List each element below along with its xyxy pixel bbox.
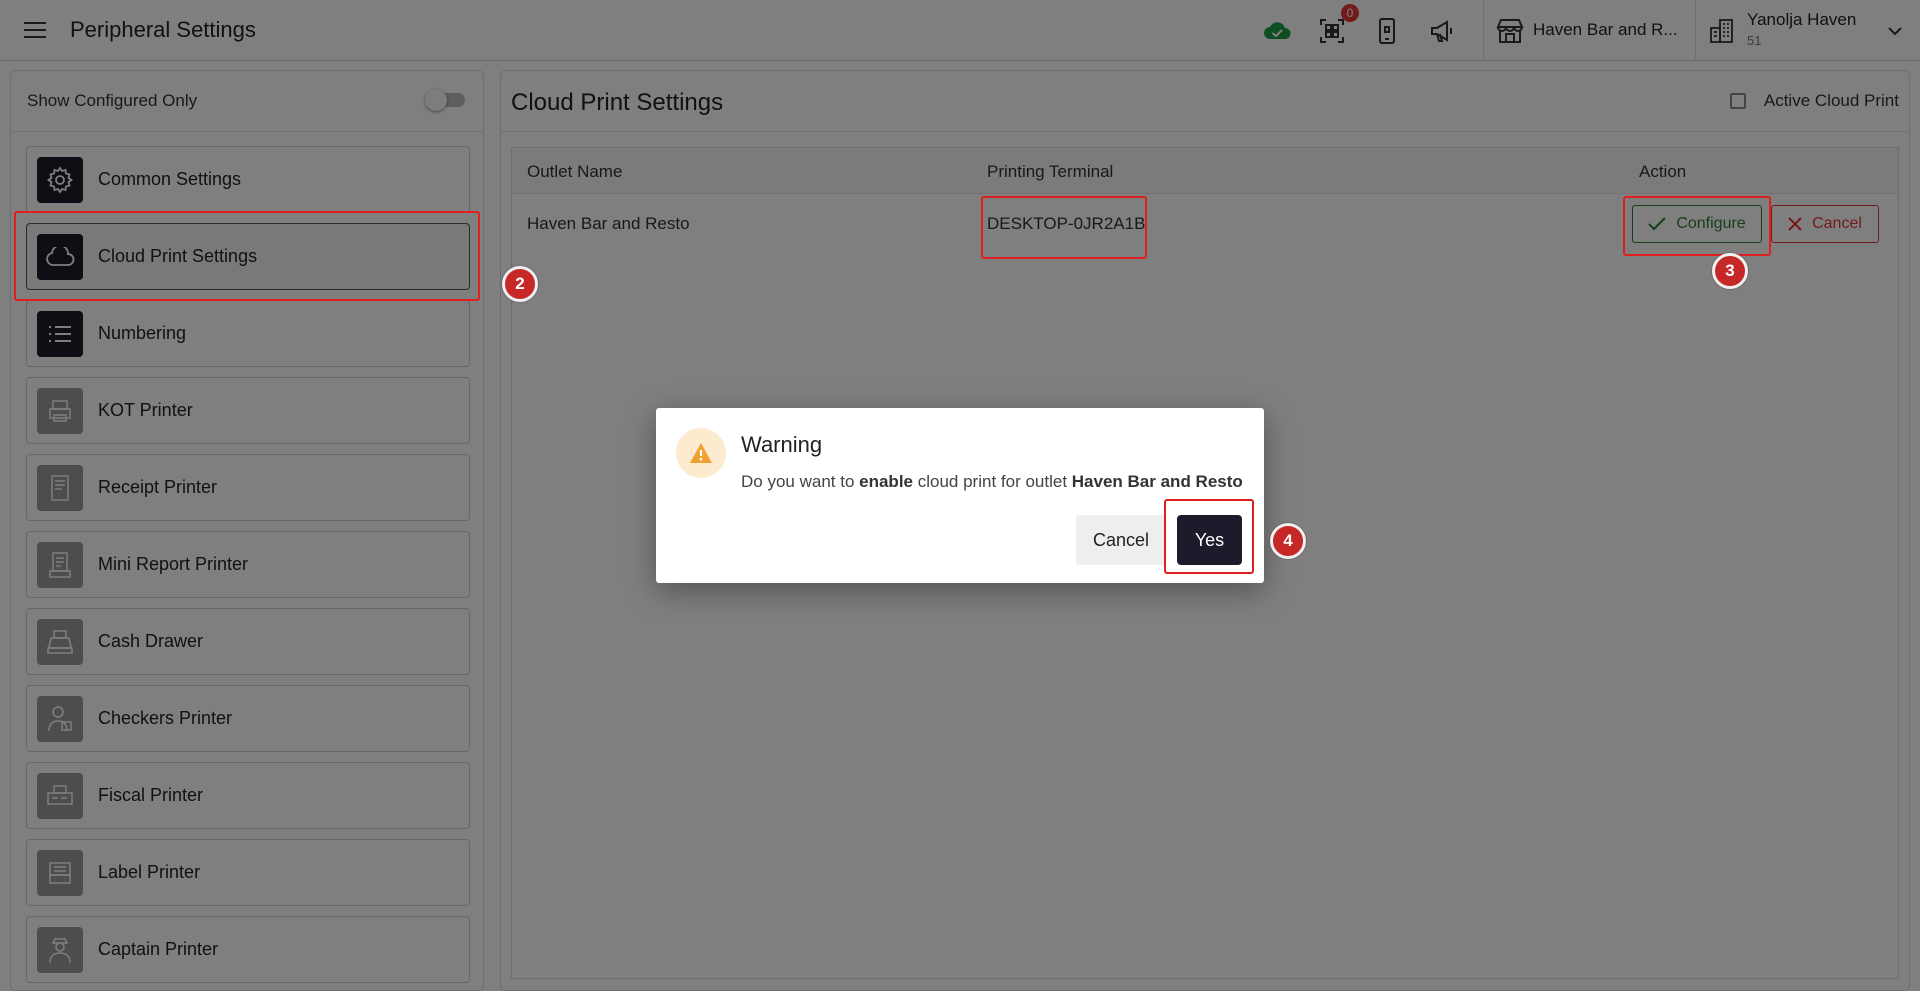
annotation-highlight xyxy=(981,196,1147,259)
annotation-step-3: 3 xyxy=(1712,253,1748,289)
dialog-title: Warning xyxy=(741,432,823,457)
annotation-highlight xyxy=(1623,196,1771,256)
annotation-step-4: 4 xyxy=(1270,523,1306,559)
warning-icon xyxy=(676,428,726,478)
dialog-message: Do you want to enable cloud print for ou… xyxy=(741,472,1243,491)
annotation-highlight xyxy=(14,211,480,301)
dialog-cancel-button[interactable]: Cancel xyxy=(1076,515,1166,565)
annotation-step-2: 2 xyxy=(502,266,538,302)
annotation-highlight xyxy=(1164,499,1254,574)
